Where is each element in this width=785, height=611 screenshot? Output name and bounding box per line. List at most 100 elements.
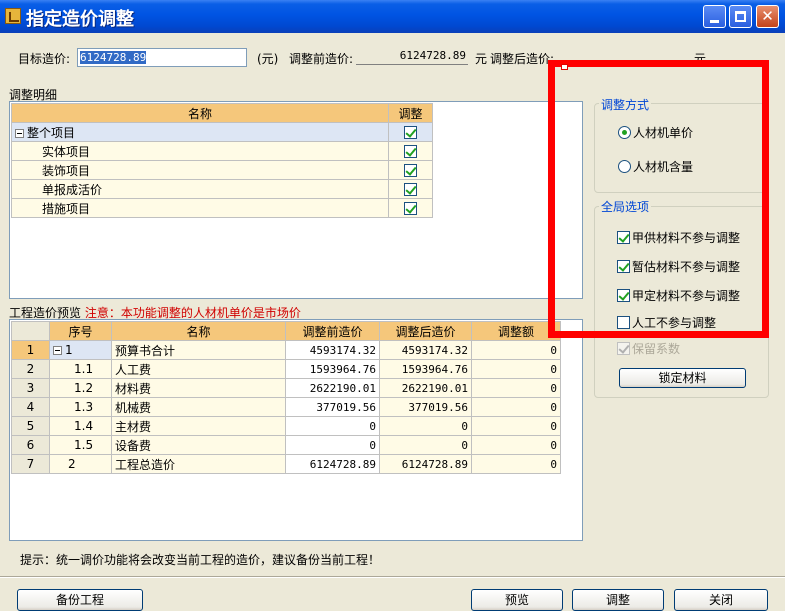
seq-cell[interactable]: 2 xyxy=(49,454,112,474)
table-row[interactable]: 7 2 工程总造价 6124728.89 6124728.89 0 xyxy=(11,454,561,474)
tree-cell[interactable]: 实体项目 xyxy=(11,141,389,161)
after-cell[interactable]: 0 xyxy=(379,435,472,455)
detail-row-name: 实体项目 xyxy=(42,144,91,159)
adjust-cell[interactable] xyxy=(388,160,433,180)
before-cell[interactable]: 2622190.01 xyxy=(285,378,380,398)
table-row[interactable]: 整个项目 xyxy=(11,122,433,142)
name-cell[interactable]: 主材费 xyxy=(111,416,286,436)
after-price-label: 调整后造价: xyxy=(490,52,555,66)
lock-materials-button[interactable]: 锁定材料 xyxy=(619,368,746,388)
adjust-button[interactable]: 调整 xyxy=(572,589,664,611)
preview-header-after[interactable]: 调整后造价 xyxy=(379,321,472,341)
before-price-value: 6124728.89 xyxy=(356,47,468,65)
highlight-frame xyxy=(548,60,769,338)
row-number[interactable]: 4 xyxy=(11,397,50,417)
row-number[interactable]: 5 xyxy=(11,416,50,436)
tree-cell[interactable]: 单报成活价 xyxy=(11,179,389,199)
preview-header-seq[interactable]: 序号 xyxy=(49,321,112,341)
name-cell[interactable]: 人工费 xyxy=(111,359,286,379)
after-cell[interactable]: 4593174.32 xyxy=(379,340,472,360)
maximize-icon xyxy=(735,11,746,22)
backup-project-button[interactable]: 备份工程 xyxy=(17,589,143,611)
table-row[interactable]: 2 1.1 人工费 1593964.76 1593964.76 0 xyxy=(11,359,561,379)
preview-button[interactable]: 预览 xyxy=(471,589,563,611)
close-button[interactable]: 关闭 xyxy=(674,589,768,611)
close-icon: ✕ xyxy=(761,7,774,25)
before-cell[interactable]: 1593964.76 xyxy=(285,359,380,379)
detail-table: 名称 调整 整个项目 实体项目 装饰项目 单报成活价 措施项目 xyxy=(11,103,433,218)
diff-cell[interactable]: 0 xyxy=(471,416,561,436)
adjust-checkbox[interactable] xyxy=(404,145,417,158)
target-price-input[interactable]: 6124728.89 xyxy=(77,48,247,67)
after-cell[interactable]: 2622190.01 xyxy=(379,378,472,398)
before-price-label: 调整前造价: xyxy=(289,52,354,66)
adjust-checkbox[interactable] xyxy=(404,164,417,177)
seq-cell[interactable]: 1 xyxy=(49,340,112,360)
table-row[interactable]: 实体项目 xyxy=(11,141,433,161)
before-cell[interactable]: 0 xyxy=(285,435,380,455)
name-cell[interactable]: 设备费 xyxy=(111,435,286,455)
before-cell[interactable]: 377019.56 xyxy=(285,397,380,417)
minimize-icon xyxy=(710,20,719,23)
table-row[interactable]: 6 1.5 设备费 0 0 0 xyxy=(11,435,561,455)
after-cell[interactable]: 6124728.89 xyxy=(379,454,472,474)
detail-header-name[interactable]: 名称 xyxy=(11,103,389,123)
title-bar[interactable]: 指定造价调整 ✕ xyxy=(0,0,785,33)
name-cell[interactable]: 预算书合计 xyxy=(111,340,286,360)
diff-cell[interactable]: 0 xyxy=(471,435,561,455)
maximize-button[interactable] xyxy=(729,5,752,28)
name-cell[interactable]: 工程总造价 xyxy=(111,454,286,474)
row-number[interactable]: 3 xyxy=(11,378,50,398)
after-cell[interactable]: 377019.56 xyxy=(379,397,472,417)
row-number[interactable]: 2 xyxy=(11,359,50,379)
table-row[interactable]: 1 1 预算书合计 4593174.32 4593174.32 0 xyxy=(11,340,561,360)
close-window-button[interactable]: ✕ xyxy=(756,5,779,28)
row-number[interactable]: 6 xyxy=(11,435,50,455)
seq-cell[interactable]: 1.4 xyxy=(49,416,112,436)
seq-cell[interactable]: 1.1 xyxy=(49,359,112,379)
adjust-cell[interactable] xyxy=(388,179,433,199)
table-row[interactable]: 单报成活价 xyxy=(11,179,433,199)
adjust-checkbox[interactable] xyxy=(404,183,417,196)
before-unit-label: 元 xyxy=(475,52,488,66)
adjust-checkbox[interactable] xyxy=(404,202,417,215)
target-unit-label: (元) xyxy=(257,52,279,66)
before-cell[interactable]: 6124728.89 xyxy=(285,454,380,474)
after-cell[interactable]: 0 xyxy=(379,416,472,436)
tree-cell[interactable]: 整个项目 xyxy=(11,122,389,142)
tree-cell[interactable]: 措施项目 xyxy=(11,198,389,218)
collapse-icon[interactable] xyxy=(15,128,24,138)
adjust-checkbox[interactable] xyxy=(404,126,417,139)
table-row[interactable]: 装饰项目 xyxy=(11,160,433,180)
minimize-button[interactable] xyxy=(703,5,726,28)
diff-cell[interactable]: 0 xyxy=(471,378,561,398)
diff-cell[interactable]: 0 xyxy=(471,359,561,379)
table-row[interactable]: 3 1.2 材料费 2622190.01 2622190.01 0 xyxy=(11,378,561,398)
adjust-cell[interactable] xyxy=(388,141,433,161)
after-cell[interactable]: 1593964.76 xyxy=(379,359,472,379)
adjust-cell[interactable] xyxy=(388,198,433,218)
row-number[interactable]: 7 xyxy=(11,454,50,474)
detail-header-adjust[interactable]: 调整 xyxy=(388,103,433,123)
diff-cell[interactable]: 0 xyxy=(471,397,561,417)
before-cell[interactable]: 4593174.32 xyxy=(285,340,380,360)
table-row[interactable]: 4 1.3 机械费 377019.56 377019.56 0 xyxy=(11,397,561,417)
row-number[interactable]: 1 xyxy=(11,340,50,360)
seq-cell[interactable]: 1.5 xyxy=(49,435,112,455)
window-title: 指定造价调整 xyxy=(26,9,134,30)
target-price-value: 6124728.89 xyxy=(80,51,147,64)
table-row[interactable]: 5 1.4 主材费 0 0 0 xyxy=(11,416,561,436)
name-cell[interactable]: 材料费 xyxy=(111,378,286,398)
diff-cell[interactable]: 0 xyxy=(471,340,561,360)
table-row[interactable]: 措施项目 xyxy=(11,198,433,218)
collapse-icon[interactable] xyxy=(53,346,62,355)
adjust-cell[interactable] xyxy=(388,122,433,142)
preview-header-before[interactable]: 调整前造价 xyxy=(285,321,380,341)
before-cell[interactable]: 0 xyxy=(285,416,380,436)
seq-cell[interactable]: 1.2 xyxy=(49,378,112,398)
diff-cell[interactable]: 0 xyxy=(471,454,561,474)
name-cell[interactable]: 机械费 xyxy=(111,397,286,417)
preview-header-name[interactable]: 名称 xyxy=(111,321,286,341)
seq-cell[interactable]: 1.3 xyxy=(49,397,112,417)
tree-cell[interactable]: 装饰项目 xyxy=(11,160,389,180)
